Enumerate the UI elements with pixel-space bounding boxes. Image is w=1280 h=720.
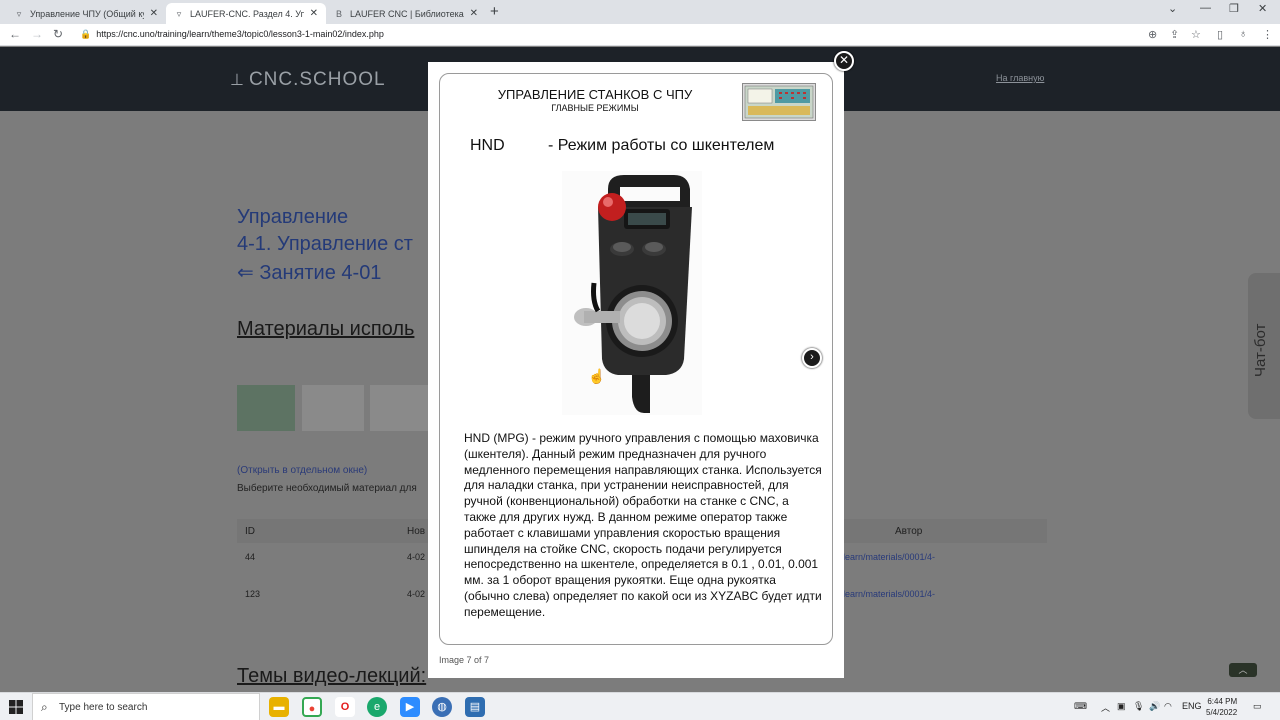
- material-thumbnail[interactable]: [237, 385, 295, 431]
- row-link[interactable]: learn/materials/0001/4-: [843, 552, 935, 562]
- select-material-text: Выберите необходимый материал для: [237, 483, 417, 494]
- minimize-icon[interactable]: —: [1200, 2, 1211, 14]
- file-explorer-icon[interactable]: ▬: [269, 697, 289, 717]
- windows-taskbar: ⌕ Type here to search ▬ ● O e ▶ ◍ ▤ ⌨ ︿ …: [0, 692, 1280, 720]
- close-tab-icon[interactable]: ✕: [150, 8, 158, 19]
- home-link[interactable]: На главную: [996, 73, 1044, 83]
- row-number: 4-02: [407, 552, 426, 562]
- chrome-icon[interactable]: ●: [302, 697, 322, 717]
- mode-explanation-text: HND (MPG) - режим ручного управления с п…: [464, 431, 822, 619]
- hand-cursor-icon: ☝: [588, 368, 606, 384]
- open-in-new-window-link[interactable]: (Открыть в отдельном окне): [237, 465, 367, 476]
- row-id: 123: [245, 589, 261, 599]
- lightbox-close-icon[interactable]: ✕: [834, 51, 854, 71]
- microphone-icon[interactable]: 🎙: [1133, 701, 1144, 712]
- tab-title: LAUFER-CNC. Раздел 4. Управле: [190, 8, 304, 19]
- material-thumbnail[interactable]: [302, 385, 364, 431]
- page-favicon-icon: B: [335, 8, 342, 19]
- taskbar-clock[interactable]: 6:44 PM 5/4/2022: [1206, 696, 1237, 718]
- close-tab-icon[interactable]: ✕: [470, 8, 478, 19]
- image-lightbox: УПРАВЛЕНИЕ СТАНКОВ С ЧПУ ГЛАВНЫЕ РЕЖИМЫ …: [428, 62, 844, 678]
- address-bar: ← → ↻ 🔒 https://cnc.uno/training/learn/th…: [0, 24, 1280, 46]
- slide-subtitle: ГЛАВНЫЕ РЕЖИМЫ: [551, 103, 639, 113]
- clock-date: 5/4/2022: [1206, 708, 1238, 717]
- browser-tab-bar: ▿ Управление ЧПУ (Общий курс ✕ ▿ LAUFER-…: [0, 0, 1280, 24]
- mpg-pendant-image: [562, 171, 702, 415]
- slide-image: УПРАВЛЕНИЕ СТАНКОВ С ЧПУ ГЛАВНЫЕ РЕЖИМЫ …: [439, 73, 833, 645]
- extensions-icon[interactable]: ♁: [1239, 28, 1247, 40]
- cnc-panel-thumbnail-image: [742, 83, 816, 121]
- close-window-icon[interactable]: ✕: [1258, 2, 1267, 15]
- browser-tab-2[interactable]: ▿ LAUFER-CNC. Раздел 4. Управле ✕: [166, 3, 326, 24]
- new-tab-plus-icon[interactable]: +: [490, 3, 499, 21]
- zoom-icon[interactable]: ⊕: [1148, 28, 1157, 41]
- windows-start-icon[interactable]: [8, 699, 24, 715]
- back-arrow-icon[interactable]: ←: [9, 27, 21, 41]
- notifications-icon[interactable]: ▭: [1253, 701, 1262, 712]
- forward-arrow-icon[interactable]: →: [31, 27, 43, 41]
- row-number: 4-02: [407, 589, 426, 599]
- language-indicator[interactable]: ENG: [1182, 701, 1202, 711]
- sidebar-icon[interactable]: ▯: [1217, 28, 1223, 41]
- chatbot-label: Чат-бот: [1252, 323, 1269, 377]
- column-header-author: Автор: [895, 526, 923, 537]
- close-tab-icon[interactable]: ✕: [310, 8, 318, 19]
- column-header-number: Нов: [407, 526, 426, 537]
- clock-time: 6:44 PM: [1207, 697, 1238, 706]
- opera-icon[interactable]: O: [335, 697, 355, 717]
- share-icon[interactable]: ⇪: [1170, 28, 1179, 41]
- app-window-icon[interactable]: ▤: [465, 697, 485, 717]
- breadcrumb-lesson[interactable]: ⇐ Занятие 4-01: [237, 260, 381, 285]
- logo-text: CNC.SCHOOL: [248, 69, 386, 90]
- column-header-id: ID: [245, 526, 255, 537]
- restore-icon[interactable]: ❐: [1229, 2, 1239, 15]
- chatbot-button[interactable]: Чат-бот: [1248, 273, 1280, 419]
- wifi-icon[interactable]: ◠: [1164, 701, 1172, 712]
- tray-chevron-icon[interactable]: ︿: [1101, 701, 1110, 714]
- mode-description: - Режим работы со шкентелем: [548, 137, 775, 154]
- browser-tab-1[interactable]: ▿ Управление ЧПУ (Общий курс ✕: [6, 3, 166, 24]
- row-id: 44: [245, 552, 256, 562]
- page-favicon-icon: ▿: [16, 8, 22, 19]
- material-thumbnail[interactable]: [370, 385, 428, 431]
- taskbar-search-input[interactable]: ⌕ Type here to search: [32, 693, 260, 720]
- materials-heading: Материалы исполь: [237, 318, 415, 340]
- site-logo[interactable]: ⊥ CNC.SCHOOL: [230, 69, 386, 91]
- page-favicon-icon: ▿: [176, 8, 182, 19]
- breadcrumb-section[interactable]: Управление: [237, 206, 348, 229]
- bookmark-star-icon[interactable]: ☆: [1191, 28, 1201, 41]
- tab-title: LAUFER CNC | Библиотека | Спр: [350, 8, 464, 19]
- reload-icon[interactable]: ↻: [53, 27, 63, 41]
- search-icon: ⌕: [41, 700, 48, 714]
- slide-title: УПРАВЛЕНИЕ СТАНКОВ С ЧПУ: [497, 87, 693, 102]
- search-placeholder: Type here to search: [59, 702, 148, 713]
- edge-icon[interactable]: e: [367, 697, 387, 717]
- url-text: https://cnc.uno/training/learn/theme3/to…: [96, 29, 384, 39]
- keyboard-icon[interactable]: ⌨: [1074, 701, 1087, 712]
- browser-tab-3[interactable]: B LAUFER CNC | Библиотека | Спр ✕: [326, 3, 486, 24]
- mode-code: HND: [470, 137, 505, 154]
- cnc-logo-icon: ⊥: [230, 72, 245, 89]
- lock-icon: 🔒: [80, 29, 92, 39]
- tab-title: Управление ЧПУ (Общий курс: [30, 8, 144, 19]
- app-globe-icon[interactable]: ◍: [432, 697, 452, 717]
- network-icon[interactable]: ▣: [1117, 701, 1126, 712]
- next-image-arrow-icon[interactable]: ›: [802, 348, 822, 368]
- video-lectures-heading: Темы видео-лекций:: [237, 665, 427, 687]
- image-counter: Image 7 of 7: [439, 655, 490, 665]
- menu-dots-icon[interactable]: ⋮: [1262, 28, 1273, 41]
- speaker-icon[interactable]: 🔊: [1149, 701, 1160, 712]
- url-field[interactable]: 🔒 https://cnc.uno/training/learn/theme3/t…: [80, 29, 384, 40]
- tab-search-chevron-icon[interactable]: ⌄: [1168, 2, 1177, 15]
- row-link[interactable]: learn/materials/0001/4-: [843, 589, 935, 599]
- scroll-to-top-icon[interactable]: ︿: [1229, 663, 1257, 677]
- breadcrumb-topic[interactable]: 4-1. Управление ст: [237, 233, 413, 256]
- zoom-app-icon[interactable]: ▶: [400, 697, 420, 717]
